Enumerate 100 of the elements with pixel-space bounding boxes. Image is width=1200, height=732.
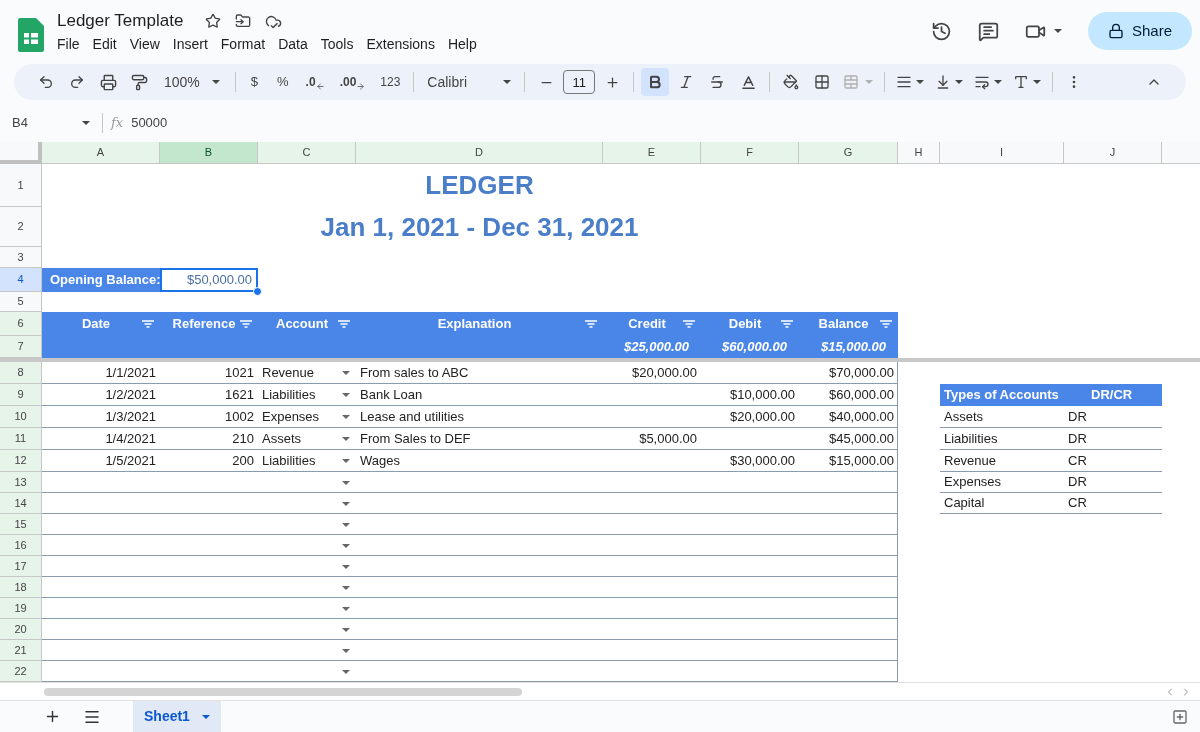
menu-item[interactable]: File <box>51 33 86 55</box>
share-button[interactable]: Share <box>1087 12 1192 50</box>
increase-decimal-button[interactable]: .00 <box>333 73 372 91</box>
document-title[interactable]: Ledger Template <box>57 8 184 34</box>
column-header[interactable]: F <box>701 142 799 164</box>
percent-button[interactable]: % <box>269 72 297 92</box>
zoom-dropdown[interactable]: 100% <box>156 71 228 93</box>
spreadsheet-logo-icon[interactable] <box>18 18 44 52</box>
decrease-decimal-button[interactable]: .0 <box>299 73 331 91</box>
row-header[interactable]: 11 <box>0 428 42 450</box>
row-header[interactable]: 17 <box>0 556 42 577</box>
row-header[interactable]: 4 <box>0 268 42 292</box>
row-header[interactable]: 12 <box>0 450 42 472</box>
column-header[interactable]: D <box>356 142 603 164</box>
column-header[interactable]: B <box>160 142 258 164</box>
font-size-field[interactable]: 11 <box>563 70 596 94</box>
table-cell-text: 1/4/2021 <box>105 430 156 449</box>
row-header[interactable]: 3 <box>0 247 42 268</box>
column-header[interactable]: A <box>42 142 160 164</box>
menu-item[interactable]: Help <box>441 33 483 55</box>
row-header[interactable]: 15 <box>0 514 42 535</box>
menu-item[interactable]: Tools <box>314 33 360 55</box>
formula-field[interactable]: 50000 <box>131 113 1200 133</box>
currency-button[interactable]: $ <box>242 72 267 92</box>
table-cell-text: Assets <box>262 430 301 449</box>
font-dropdown[interactable]: Calibri <box>421 71 518 93</box>
row-header[interactable]: 14 <box>0 493 42 514</box>
table-cell-text: Liabilities <box>262 386 316 405</box>
column-header[interactable]: J <box>1064 142 1162 164</box>
row-header[interactable]: 20 <box>0 619 42 640</box>
filter-icon[interactable] <box>781 320 793 328</box>
row-header[interactable]: 9 <box>0 384 42 406</box>
name-box[interactable]: B4 <box>0 113 94 133</box>
table-cell: CR <box>1064 450 1162 472</box>
table-cell-text: From Sales to DEF <box>360 430 471 449</box>
caret-icon <box>211 80 220 84</box>
number-format-button[interactable]: 123 <box>374 73 407 91</box>
caret-icon <box>82 121 90 125</box>
comment-icon[interactable] <box>977 20 999 42</box>
column-header[interactable]: H <box>898 142 940 164</box>
row-header[interactable]: 16 <box>0 535 42 556</box>
row-header[interactable]: 7 <box>0 336 42 358</box>
menu-item[interactable]: Insert <box>166 33 214 55</box>
menu-item[interactable]: View <box>123 33 166 55</box>
fill-handle[interactable] <box>253 287 262 296</box>
column-header[interactable]: C <box>258 142 356 164</box>
table-cell: Expenses <box>940 472 1064 493</box>
table-cell-text: 1/3/2021 <box>105 408 156 427</box>
row-header[interactable]: 22 <box>0 661 42 682</box>
sheet-title: LEDGER <box>425 169 534 202</box>
filter-icon[interactable] <box>240 320 252 328</box>
column-heading: Account <box>275 315 329 334</box>
table-cell-text: 1021 <box>225 364 254 383</box>
caret-icon <box>865 80 874 84</box>
row-header[interactable]: 19 <box>0 598 42 619</box>
column-heading: Debit <box>727 315 763 334</box>
table-cell-text: 1621 <box>225 386 254 405</box>
column-total: $25,000.00 <box>623 338 689 357</box>
table-cell-text: 1/1/2021 <box>105 364 156 383</box>
table-cell: Revenue <box>940 450 1064 472</box>
table-cell-text: Wages <box>360 452 400 471</box>
table-cell-text: $60,000.00 <box>828 386 894 405</box>
filter-icon[interactable] <box>585 320 597 328</box>
row-header[interactable]: 10 <box>0 406 42 428</box>
row-header[interactable]: 13 <box>0 472 42 493</box>
sheet-tab[interactable]: Sheet1 <box>133 701 221 732</box>
row-header[interactable]: 8 <box>0 362 42 384</box>
filter-icon[interactable] <box>683 320 695 328</box>
row-header[interactable]: 5 <box>0 292 42 312</box>
history-icon[interactable] <box>930 20 952 42</box>
column-header[interactable]: G <box>799 142 898 164</box>
move-folder-icon[interactable] <box>235 13 252 29</box>
bold-icon[interactable] <box>641 68 670 96</box>
table-cell: DR <box>1064 406 1162 428</box>
add-sheet-icon[interactable] <box>44 708 61 725</box>
table-cell-text: $30,000.00 <box>729 452 795 471</box>
row-header[interactable]: 6 <box>0 312 42 336</box>
row-header[interactable]: 18 <box>0 577 42 598</box>
menu-item[interactable]: Data <box>272 33 314 55</box>
table-cell-text: $40,000.00 <box>828 408 894 427</box>
menu-item[interactable]: Edit <box>86 33 123 55</box>
filter-icon[interactable] <box>338 320 350 328</box>
row-header[interactable]: 21 <box>0 640 42 661</box>
column-header[interactable]: I <box>940 142 1064 164</box>
star-icon[interactable] <box>205 13 222 29</box>
menu-item[interactable]: Format <box>214 33 272 55</box>
table-cell-text: Lease and utilities <box>360 408 465 427</box>
menu-item[interactable]: Extensions <box>360 33 441 55</box>
filter-icon[interactable] <box>880 320 892 328</box>
table-cell-text: Liabilities <box>262 452 316 471</box>
row-header[interactable]: 1 <box>0 164 42 207</box>
scrollbar-thumb[interactable] <box>44 687 522 696</box>
caret-icon <box>201 714 210 719</box>
column-total: $60,000.00 <box>721 338 787 357</box>
filter-icon[interactable] <box>142 320 154 328</box>
column-header[interactable]: E <box>603 142 701 164</box>
lock-icon <box>1107 23 1124 39</box>
explore-icon[interactable] <box>1172 708 1188 725</box>
row-header[interactable]: 2 <box>0 207 42 247</box>
table-cell: Liabilities <box>940 428 1064 450</box>
